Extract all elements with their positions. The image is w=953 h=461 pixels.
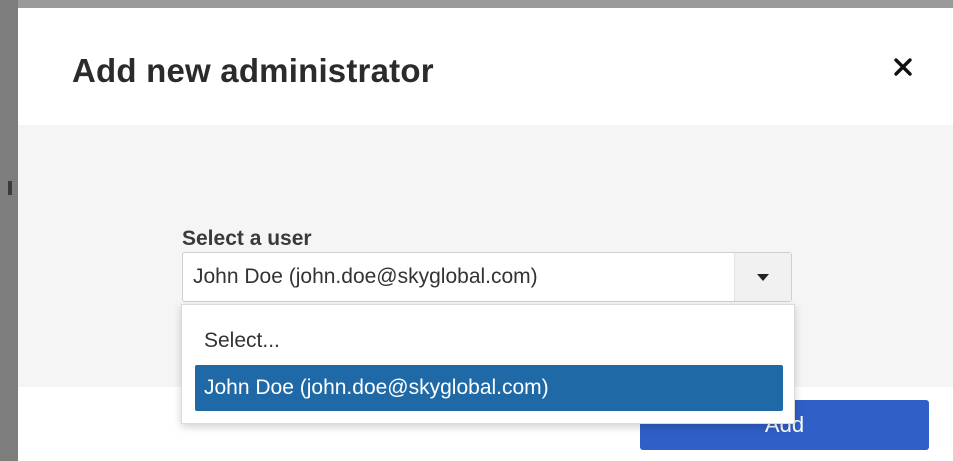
dropdown-option-john-doe[interactable]: John Doe (john.doe@skyglobal.com) (195, 365, 783, 411)
dropdown-option-placeholder[interactable]: Select... (195, 318, 783, 364)
user-select[interactable]: John Doe (john.doe@skyglobal.com) (182, 252, 792, 302)
select-user-label: Select a user (182, 227, 312, 250)
close-icon (894, 58, 912, 76)
background-page-edge (0, 0, 18, 461)
dialog-title: Add new administrator (72, 52, 434, 89)
user-select-toggle[interactable] (734, 253, 791, 301)
dialog-header: Add new administrator (18, 8, 953, 125)
caret-down-icon (757, 273, 769, 281)
user-select-value: John Doe (john.doe@skyglobal.com) (193, 265, 538, 288)
user-select-dropdown: Select... John Doe (john.doe@skyglobal.c… (181, 304, 795, 424)
background-page-marker (8, 181, 12, 195)
close-button[interactable] (886, 50, 920, 84)
